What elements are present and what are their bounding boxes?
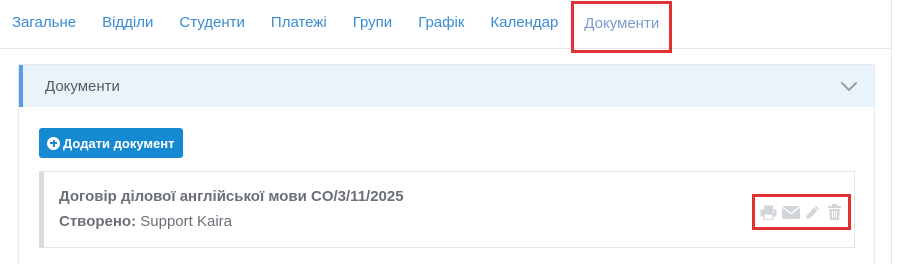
document-title: Договір ділової англійської мови CO/3/11… xyxy=(59,188,404,205)
add-document-label: Додати документ xyxy=(63,135,175,151)
plus-circle-icon xyxy=(47,136,60,150)
tab-students[interactable]: Студенти xyxy=(166,0,258,46)
panel-title: Документи xyxy=(45,77,120,95)
tab-schedule[interactable]: Графік xyxy=(405,0,477,46)
document-card: Договір ділової англійської мови CO/3/11… xyxy=(39,171,855,248)
print-icon[interactable] xyxy=(760,204,778,220)
tab-bar: Загальне Відділи Студенти Платежі Групи … xyxy=(0,0,891,53)
page-divider xyxy=(891,0,892,264)
documents-panel: Документи Додати документ Договір ділово… xyxy=(18,64,875,264)
document-created: Створено: Support Kaira xyxy=(59,213,232,230)
tab-calendar[interactable]: Календар xyxy=(477,0,571,46)
tab-payments[interactable]: Платежі xyxy=(258,0,340,46)
created-by: Support Kaira xyxy=(140,213,232,230)
created-label: Створено: xyxy=(59,213,137,230)
add-document-button[interactable]: Додати документ xyxy=(39,128,184,158)
pencil-icon[interactable] xyxy=(804,204,822,220)
envelope-icon[interactable] xyxy=(781,204,800,220)
document-actions xyxy=(752,194,851,230)
tab-groups[interactable]: Групи xyxy=(340,0,405,46)
tab-documents[interactable]: Документи xyxy=(571,1,673,53)
trash-icon[interactable] xyxy=(826,204,844,220)
tab-general[interactable]: Загальне xyxy=(0,0,89,46)
chevron-down-icon[interactable] xyxy=(840,81,858,92)
tab-departments[interactable]: Відділи xyxy=(89,0,166,46)
documents-panel-header[interactable]: Документи xyxy=(19,65,874,107)
